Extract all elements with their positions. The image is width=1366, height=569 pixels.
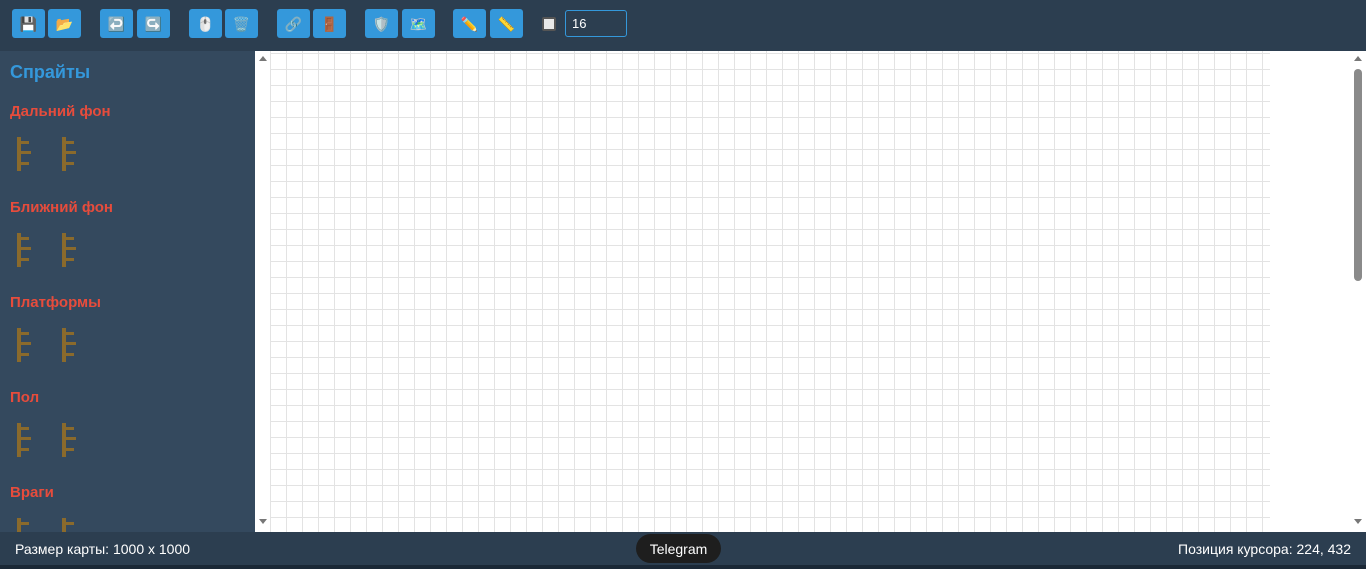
undo-button[interactable]: ↩️ [100, 9, 133, 38]
save-button[interactable]: 💾 [12, 9, 45, 38]
shield-tool-button[interactable]: 🛡️ [365, 9, 398, 38]
open-button[interactable]: 📂 [48, 9, 81, 38]
trash-icon: 🗑️ [232, 15, 251, 32]
sprite-thumbnail[interactable] [60, 328, 82, 362]
floppy-disk-icon: 💾 [19, 15, 38, 32]
mouse-icon: 🖱️ [196, 15, 215, 32]
redo-button[interactable]: ↪️ [137, 9, 170, 38]
redo-icon: ↪️ [144, 15, 163, 32]
folder-icon: 📂 [55, 15, 74, 32]
grid-size-input[interactable] [565, 10, 627, 37]
cursor-position-label: Позиция курсора: 224, 432 [1178, 541, 1351, 557]
scroll-up-icon[interactable] [259, 56, 267, 61]
map-canvas[interactable] [255, 51, 1366, 532]
pencil-tool-button[interactable]: ✏️ [453, 9, 486, 38]
bottom-strip [0, 565, 1366, 569]
door-icon: 🚪 [320, 15, 339, 32]
category-enemies: Враги [10, 484, 54, 501]
toolbar: 💾 📂 ↩️ ↪️ 🖱️ 🗑️ 🔗 🚪 🛡️ 🗺️ ✏️ 📏 [0, 0, 1366, 51]
category-near-background: Ближний фон [10, 199, 113, 216]
sidebar-title: Спрайты [10, 62, 91, 82]
shield-icon: 🛡️ [372, 15, 391, 32]
select-tool-button[interactable]: 🖱️ [189, 9, 222, 38]
telegram-button[interactable]: Telegram [636, 534, 721, 563]
map-grid[interactable] [270, 51, 1270, 532]
scroll-down-icon[interactable] [259, 519, 267, 524]
scroll-up-icon[interactable] [1354, 56, 1362, 61]
category-far-background: Дальний фон [10, 103, 111, 120]
undo-icon: ↩️ [107, 15, 126, 32]
map-size-label: Размер карты: 1000 x 1000 [15, 541, 191, 557]
link-icon: 🔗 [284, 15, 303, 32]
pencil-icon: ✏️ [460, 15, 479, 32]
sprite-thumbnail[interactable] [15, 137, 37, 171]
map-tool-button[interactable]: 🗺️ [402, 9, 435, 38]
scroll-down-icon[interactable] [1354, 519, 1362, 524]
delete-tool-button[interactable]: 🗑️ [225, 9, 258, 38]
canvas-vertical-scrollbar[interactable] [1354, 69, 1362, 281]
sprite-thumbnail[interactable] [60, 137, 82, 171]
sprite-thumbnail[interactable] [60, 518, 82, 532]
ruler-icon: 📏 [497, 15, 516, 32]
sprite-sidebar: Спрайты Дальний фон Ближний фон Платформ… [0, 51, 255, 532]
category-floor: Пол [10, 389, 40, 406]
map-icon: 🗺️ [409, 15, 428, 32]
grid-size-icon [542, 17, 556, 31]
sprite-thumbnail[interactable] [60, 233, 82, 267]
sprite-thumbnail[interactable] [15, 328, 37, 362]
door-tool-button[interactable]: 🚪 [313, 9, 346, 38]
link-tool-button[interactable]: 🔗 [277, 9, 310, 38]
sprite-thumbnail[interactable] [60, 423, 82, 457]
status-bar: Размер карты: 1000 x 1000 Telegram Позиц… [0, 532, 1366, 565]
category-platforms: Платформы [10, 294, 101, 311]
sprite-thumbnail[interactable] [15, 233, 37, 267]
ruler-tool-button[interactable]: 📏 [490, 9, 523, 38]
sprite-thumbnail[interactable] [15, 518, 37, 532]
sprite-thumbnail[interactable] [15, 423, 37, 457]
